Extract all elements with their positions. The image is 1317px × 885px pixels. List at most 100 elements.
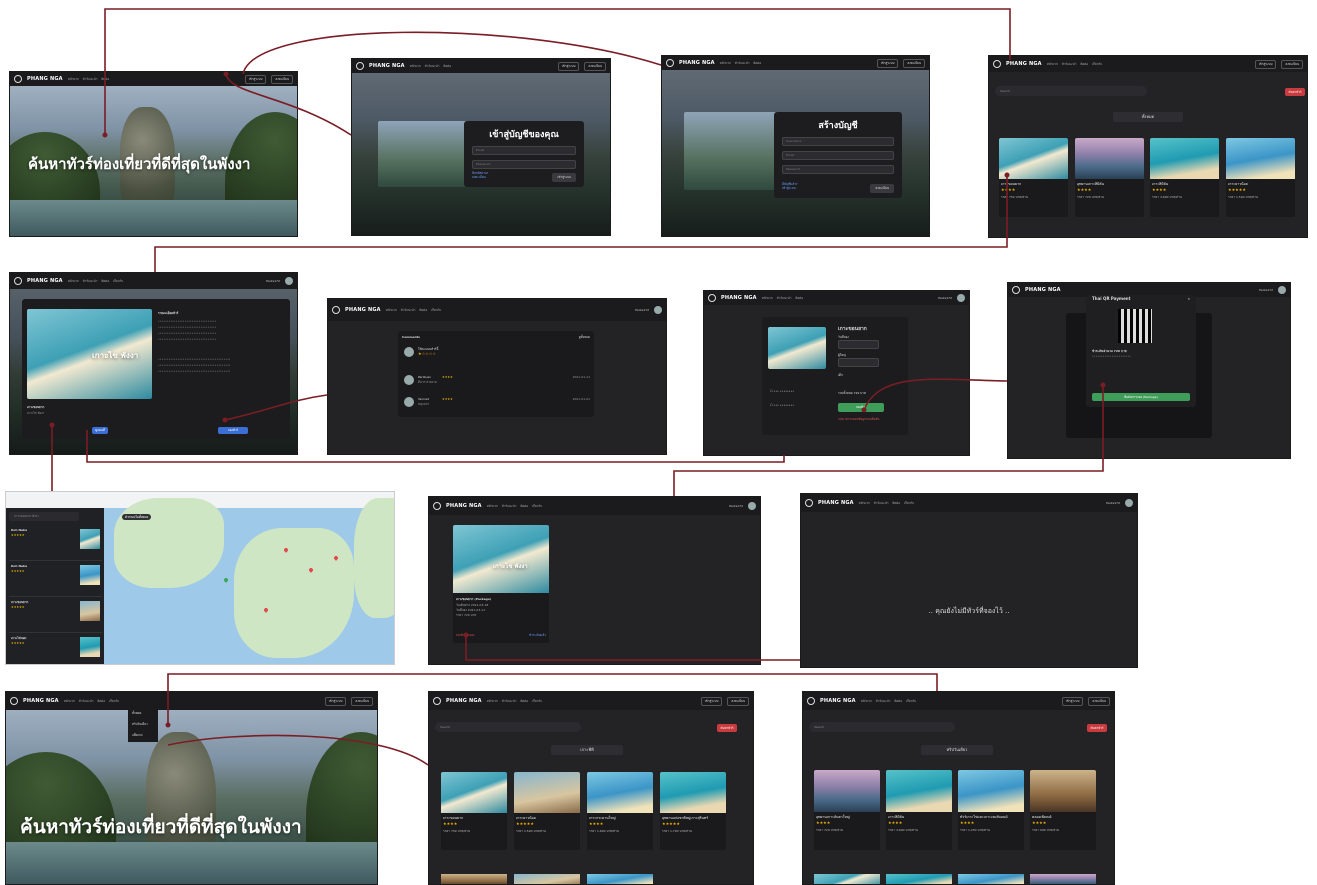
avatar[interactable] — [654, 306, 662, 314]
filter-pill[interactable]: ทั้งหมด — [1113, 112, 1183, 122]
nav-link[interactable]: ทัวร์แนะนำ — [425, 64, 440, 69]
login-button[interactable]: เข้าสู่ระบบ — [244, 74, 267, 84]
register-link[interactable]: ลงทะเบียน — [472, 175, 486, 179]
dropdown-item[interactable]: ทั้งหมด — [132, 711, 141, 715]
search-input[interactable]: Search — [435, 722, 581, 732]
cancel-booking-link[interactable]: ยกเลิกการจอง — [456, 633, 474, 637]
date-input[interactable] — [838, 340, 879, 349]
dropdown-item[interactable]: ทริปวันเดียว — [132, 722, 148, 726]
booking-submit-button[interactable]: จองทัวร์ — [838, 403, 884, 412]
nav-link[interactable]: ทัวร์แนะนำ — [502, 504, 517, 509]
avatar[interactable] — [1125, 499, 1133, 507]
password-field[interactable]: Password — [472, 160, 576, 169]
booked-tour-card[interactable]: เกาะไข พังงา เกาะขอนยาก (Package) วันเดิ… — [453, 525, 549, 643]
map-pin-icon[interactable] — [223, 577, 229, 583]
nav-link[interactable]: เกี่ยวกับ — [906, 699, 916, 704]
filter-pill[interactable]: เกาะพีพี — [551, 745, 623, 755]
tour-card[interactable]: เกาะสิมิลัน ★★★★ ราคา 3,690 บาท/ท่าน — [1150, 138, 1219, 217]
list-item[interactable]: Koh Naka ★★★★★ — [9, 526, 102, 561]
nav-link[interactable]: หน้าแรก — [64, 699, 75, 704]
nav-link[interactable]: ติดต่อ — [520, 699, 528, 704]
login-button[interactable]: เข้าสู่ระบบ — [1254, 59, 1277, 69]
nav-link[interactable]: หน้าแรก — [68, 279, 79, 284]
register-button[interactable]: ลงทะเบียน — [271, 74, 293, 84]
nav-link[interactable]: ทัวร์แนะนำ — [502, 699, 517, 704]
nav-link[interactable]: ทัวร์แนะนำ — [874, 501, 889, 506]
email-field[interactable]: Email — [472, 146, 576, 155]
nav-link[interactable]: หน้าแรก — [410, 64, 421, 69]
nav-link[interactable]: ทัวร์แนะนำ — [83, 279, 98, 284]
nav-link[interactable]: ติดต่อ — [443, 64, 451, 69]
tour-card[interactable]: อุทยานเกาะลันตาใหญ่ ★★★★ ราคา 729 บาท/ท่… — [814, 770, 880, 850]
search-button[interactable]: ค้นหาทัวร์ — [1087, 724, 1107, 732]
nav-link[interactable]: หน้าแรก — [720, 61, 731, 66]
nav-link[interactable]: หน้าแรก — [386, 308, 397, 313]
nav-link[interactable]: ทัวร์แนะนำ — [777, 296, 792, 301]
register-button[interactable]: ลงทะเบียน — [584, 61, 606, 71]
view-map-button[interactable]: ดูแผนที่ — [92, 427, 108, 434]
nav-link[interactable]: เกี่ยวกับ — [532, 699, 542, 704]
login-button[interactable]: เข้าสู่ระบบ — [557, 61, 580, 71]
option-checkbox[interactable]: ☐ ••• •••••••• — [770, 389, 794, 393]
nav-link[interactable]: ติดต่อ — [753, 61, 761, 66]
login-link[interactable]: เข้าสู่ระบบ — [782, 186, 796, 190]
nav-link[interactable]: ทัวร์แนะนำ — [83, 77, 98, 82]
nav-link[interactable]: ทัวร์แนะนำ — [401, 308, 416, 313]
nav-link[interactable]: ติดต่อ — [419, 308, 427, 313]
list-item[interactable]: เกาะไข่นอก ★★★★★ — [9, 634, 102, 664]
close-icon[interactable]: ✕ — [1187, 297, 1190, 301]
book-tour-button[interactable]: จองทัวร์ — [218, 427, 248, 434]
nav-link[interactable]: เกี่ยวกับ — [109, 699, 119, 704]
avatar[interactable] — [957, 294, 965, 302]
search-input[interactable]: Search — [995, 86, 1147, 96]
email-field[interactable]: Email — [782, 151, 894, 160]
nav-link[interactable]: เกี่ยวกับ — [431, 308, 441, 313]
tour-card[interactable]: เกาะกระดานใหญ่ ★★★★ ราคา 1,690 บาท/ท่าน — [587, 772, 653, 850]
register-button[interactable]: ลงทะเบียน — [1281, 59, 1303, 69]
search-input[interactable]: Search — [809, 722, 955, 732]
nav-link[interactable]: ทัวร์แนะนำ — [79, 699, 94, 704]
register-button[interactable]: ลงทะเบียน — [727, 696, 749, 706]
tour-card[interactable]: เกาะขอนยาก ★★★★ ราคา 759 บาท/ท่าน — [999, 138, 1068, 217]
avatar[interactable] — [285, 277, 293, 285]
register-submit-button[interactable]: ลงทะเบียน — [870, 184, 894, 193]
register-button[interactable]: ลงทะเบียน — [1088, 696, 1110, 706]
nav-link[interactable]: หน้าแรก — [762, 296, 773, 301]
nav-link[interactable]: ติดต่อ — [892, 501, 900, 506]
nav-link[interactable]: ติดต่อ — [101, 77, 109, 82]
forgot-link[interactable]: ลืมรหัสผ่าน? ลงทะเบียน — [472, 171, 488, 179]
username-field[interactable]: Username — [782, 137, 894, 146]
login-button[interactable]: เข้าสู่ระบบ — [700, 696, 723, 706]
list-item[interactable]: เกาะขอนยาก ★★★★★ — [9, 598, 102, 633]
nav-link[interactable]: ติดต่อ — [520, 504, 528, 509]
search-button[interactable]: ค้นหาทัวร์ — [1285, 88, 1305, 96]
nav-link[interactable]: ติดต่อ — [795, 296, 803, 301]
nav-link[interactable]: ติดต่อ — [101, 279, 109, 284]
avatar[interactable] — [1278, 286, 1286, 294]
tour-card[interactable]: ทัวร์เกาะไข่และเกาะเจมส์บอนด์ ★★★★ ราคา … — [958, 770, 1024, 850]
nav-link[interactable]: ติดต่อ — [1080, 62, 1088, 67]
tour-card[interactable]: เกาะขอนยาก ★★★★ ราคา 759 บาท/ท่าน — [441, 772, 507, 850]
login-button[interactable]: เข้าสู่ระบบ — [876, 58, 899, 68]
nav-link[interactable]: ทัวร์แนะนำ — [876, 699, 891, 704]
avatar[interactable] — [748, 502, 756, 510]
nav-link[interactable]: ทัวร์แนะนำ — [1062, 62, 1077, 67]
nav-link[interactable]: เกี่ยวกับ — [904, 501, 914, 506]
nav-link[interactable]: ติดต่อ — [97, 699, 105, 704]
register-button[interactable]: ลงทะเบียน — [351, 696, 373, 706]
tour-card[interactable]: อุทยานเกาะสิมิลัน ★★★★ ราคา 729 บาท/ท่าน — [1075, 138, 1144, 217]
nav-link[interactable]: หน้าแรก — [487, 699, 498, 704]
register-button[interactable]: ลงทะเบียน — [903, 58, 925, 68]
tour-card[interactable]: เกาะสิมิลัน ★★★★ ราคา 3,690 บาท/ท่าน — [886, 770, 952, 850]
option-checkbox[interactable]: ☐ ••• •••••••• — [770, 403, 794, 407]
nav-link[interactable]: เกี่ยวกับ — [1092, 62, 1102, 67]
nav-link[interactable]: หน้าแรก — [68, 77, 79, 82]
confirm-payment-button[interactable]: ยืนยันการจอง (Package) — [1092, 393, 1190, 401]
tour-card[interactable]: อุทยานแห่งชาติหมู่เกาะสุรินทร์ ★★★★★ ราค… — [660, 772, 726, 850]
login-button[interactable]: เข้าสู่ระบบ — [1061, 696, 1084, 706]
filter-pill[interactable]: ทริปวันเดียว — [921, 745, 993, 755]
tour-card[interactable]: คลองเพ้ลเบย์ ★★★★ ราคา 990 บาท/ท่าน — [1030, 770, 1096, 850]
login-submit-button[interactable]: เข้าสู่ระบบ — [552, 173, 576, 182]
nav-link[interactable]: เกี่ยวกับ — [113, 279, 123, 284]
tour-card[interactable]: เกาะยาวน้อย ★★★★★ ราคา 1,590 บาท/ท่าน — [1226, 138, 1295, 217]
